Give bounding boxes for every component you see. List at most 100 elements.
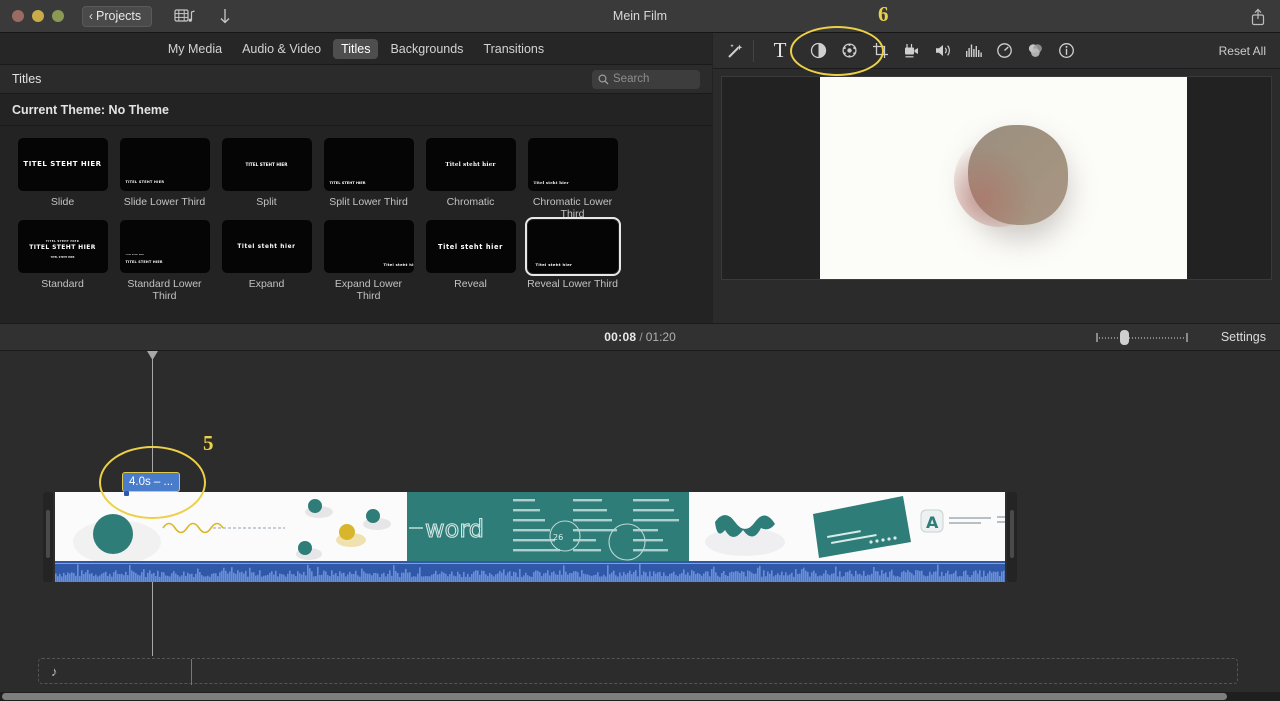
imovie-window: ‹ Projects Mein Film [0, 0, 1280, 701]
title-item-expand[interactable]: Titel steht hierExpand [216, 220, 317, 302]
title-item-split-lower-third[interactable]: TITEL STEHT HIERSplit Lower Third [318, 138, 419, 220]
title-thumbnail[interactable]: TITEL STEHT HIER [222, 138, 312, 191]
title-sample-text: TITEL STEHT HIER [23, 160, 101, 168]
clip-thumbnail-segment: A [915, 492, 1005, 561]
clip-thumbnail-segment: 26 [507, 492, 689, 561]
title-thumbnail[interactable]: Titel steht hier [426, 220, 516, 273]
title-thumbnail[interactable]: Titel steht hier [426, 138, 516, 191]
horizontal-scrollbar[interactable] [0, 692, 1280, 701]
clip-trim-handle-left[interactable] [43, 492, 53, 582]
color-correction-palette-icon[interactable] [834, 36, 865, 66]
clip-thumbnail-segment [295, 492, 407, 561]
title-sample-text: TITEL STEHT HIER [330, 181, 366, 185]
video-preview[interactable] [721, 76, 1272, 280]
svg-text:A: A [926, 513, 939, 532]
clip-trim-handle-right[interactable] [1007, 492, 1017, 582]
title-item-standard-lower-third[interactable]: TITEL STEHT HIER TITEL STEHT HIER Standard… [114, 220, 215, 302]
search-input[interactable]: Search [592, 70, 700, 89]
settings-button[interactable]: Settings [1221, 330, 1266, 344]
dropzone-playhead-line [191, 659, 192, 685]
title-thumbnail[interactable]: TITEL STEHT HIER [18, 138, 108, 191]
preview-blob-graphic [968, 125, 1068, 225]
projects-button-label: Projects [96, 9, 141, 23]
title-sample-text: Titel steht hier [534, 180, 569, 185]
preview-frame [820, 77, 1187, 279]
media-browser-panel: My Media Audio & Video Titles Background… [0, 33, 712, 323]
title-item-chromatic-lower-third[interactable]: Titel steht hier Chromatic Lower Third [522, 138, 623, 220]
titles-tool-icon[interactable]: T [757, 36, 803, 66]
current-theme-label: Current Theme: No Theme [12, 103, 169, 117]
time-separator: / [639, 330, 642, 344]
title-item-slide[interactable]: TITEL STEHT HIERSlide [12, 138, 113, 220]
tab-backgrounds[interactable]: Backgrounds [382, 39, 471, 59]
color-balance-icon[interactable] [803, 36, 834, 66]
timeline-zoom-slider[interactable] [1096, 330, 1188, 345]
zoom-slider-cap-left [1096, 333, 1098, 342]
minimize-button[interactable] [32, 10, 44, 22]
viewer-toolbar: T [713, 33, 1280, 69]
title-item-label: Standard [12, 278, 113, 302]
title-item-reveal-lower-third[interactable]: Titel steht hierReveal Lower Third [522, 220, 623, 302]
download-icon[interactable] [218, 5, 232, 27]
title-thumbnail[interactable]: Titel steht hier [324, 220, 414, 273]
speed-icon[interactable] [989, 36, 1020, 66]
title-thumbnail[interactable]: Titel steht hier [528, 220, 618, 273]
stabilization-camera-icon[interactable] [896, 36, 927, 66]
audio-dropzone[interactable]: ♪ [38, 658, 1238, 684]
title-sample-text: TITEL STEHT HIER [126, 260, 163, 264]
playhead-knob[interactable] [147, 351, 158, 360]
title-item-chromatic[interactable]: Titel steht hierChromatic [420, 138, 521, 220]
timeline-audio-waveform[interactable] [55, 561, 1005, 582]
clip-thumbnail-segment: word [407, 492, 507, 561]
clip-duration-text: 4.0s – ... [129, 476, 173, 488]
title-item-standard[interactable]: TITEL STEHT HIERTITEL STEHT HIERTITEL ST… [12, 220, 113, 302]
title-thumbnail[interactable]: TITEL STEHT HIERTITEL STEHT HIERTITEL ST… [18, 220, 108, 273]
clip-thumbnail-segment [689, 492, 805, 561]
title-item-label: Chromatic Lower Third [522, 196, 623, 220]
title-item-split[interactable]: TITEL STEHT HIERSplit [216, 138, 317, 220]
title-thumbnail[interactable]: TITEL STEHT HIER TITEL STEHT HIER [120, 220, 210, 273]
crop-icon[interactable] [865, 36, 896, 66]
title-item-reveal[interactable]: Titel steht hierReveal [420, 220, 521, 302]
scrollbar-thumb[interactable] [2, 693, 1227, 700]
zoom-slider-cap-right [1186, 333, 1188, 342]
clip-thumbnail-segment [55, 492, 295, 561]
clip-filter-icon[interactable] [1020, 36, 1051, 66]
media-import-icon[interactable] [174, 5, 196, 27]
current-theme-row[interactable]: Current Theme: No Theme [0, 94, 712, 126]
title-thumbnail[interactable]: Titel steht hier [528, 138, 618, 191]
close-button[interactable] [12, 10, 24, 22]
share-icon[interactable] [1250, 8, 1266, 31]
reset-all-button[interactable]: Reset All [1219, 44, 1266, 58]
tab-audio-video[interactable]: Audio & Video [234, 39, 329, 59]
enhance-magic-wand-icon[interactable] [719, 36, 750, 66]
browser-panel-header: Titles Search [0, 65, 712, 94]
panel-title: Titles [12, 72, 592, 86]
tab-titles[interactable]: Titles [333, 39, 378, 59]
title-thumbnail[interactable]: Titel steht hier [222, 220, 312, 273]
title-sample-subtext: TITEL STEHT HIER [46, 239, 79, 243]
waveform-graphic [55, 561, 1005, 582]
info-icon[interactable] [1051, 36, 1082, 66]
title-sample-text: TITEL STEHT HIER [126, 180, 165, 184]
tab-my-media[interactable]: My Media [160, 39, 230, 59]
svg-text:26: 26 [553, 533, 563, 542]
title-sample-subtext: TITEL STEHT HIER [126, 255, 144, 256]
projects-back-button[interactable]: ‹ Projects [82, 6, 152, 27]
noise-reduction-equalizer-icon[interactable] [958, 36, 989, 66]
zoom-button[interactable] [52, 10, 64, 22]
title-thumbnail[interactable]: TITEL STEHT HIER [120, 138, 210, 191]
timeline[interactable]: word 26 A 4.0s – ... [0, 351, 1280, 692]
title-sample-text: TITEL STEHT HIER [246, 162, 288, 167]
tab-transitions[interactable]: Transitions [475, 39, 552, 59]
title-item-label: Slide Lower Third [114, 196, 215, 220]
volume-icon[interactable] [927, 36, 958, 66]
total-time: 01:20 [646, 330, 676, 344]
title-item-label: Standard Lower Third [114, 278, 215, 302]
zoom-slider-handle[interactable] [1120, 330, 1129, 345]
clip-duration-tooltip: 4.0s – ... [122, 472, 180, 492]
titles-grid-scroll[interactable]: TITEL STEHT HIERSlideTITEL STEHT HIERSli… [0, 126, 712, 322]
title-thumbnail[interactable]: TITEL STEHT HIER [324, 138, 414, 191]
title-item-slide-lower-third[interactable]: TITEL STEHT HIER Slide Lower Third [114, 138, 215, 220]
title-item-expand-lower-third[interactable]: Titel steht hierExpand Lower Third [318, 220, 419, 302]
